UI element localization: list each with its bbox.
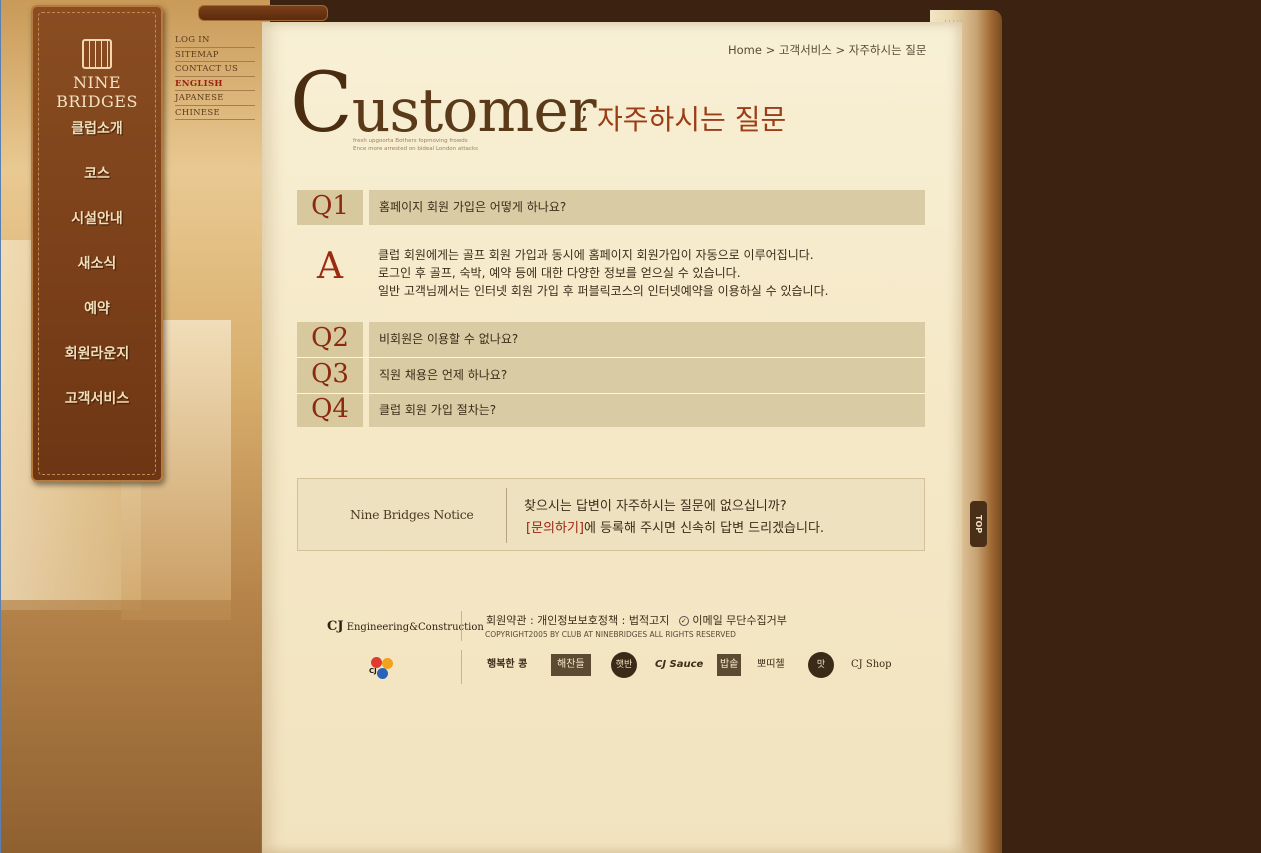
faq-q3-question[interactable]: 직원 채용은 언제 하나요?: [369, 358, 925, 393]
brand-logo[interactable]: CJ Shop: [851, 652, 892, 678]
site-logo[interactable]: NINE BRIDGES: [33, 39, 161, 111]
bridge-logo-icon: [82, 39, 112, 69]
japanese-link[interactable]: JAPANESE: [175, 91, 255, 106]
contact-us-link[interactable]: CONTACT US: [175, 62, 255, 77]
main-menu-panel: NINE BRIDGES 클럽소개 코스 시설안내 새소식 예약 회원라운지 고…: [31, 5, 163, 482]
check-icon: ✓: [678, 616, 689, 626]
menu-item-facilities[interactable]: 시설안내: [33, 207, 161, 252]
menu-item-club-intro[interactable]: 클럽소개: [33, 117, 161, 162]
menu-item-customer-service[interactable]: 고객서비스: [33, 387, 161, 432]
main-menu: 클럽소개 코스 시설안내 새소식 예약 회원라운지 고객서비스: [33, 117, 161, 432]
copyright: COPYRIGHT2005 BY CLUB AT NINEBRIDGES ALL…: [485, 630, 736, 639]
brand-logo[interactable]: 행복한 콩: [487, 652, 527, 678]
brand-logo[interactable]: 밥솥: [717, 654, 742, 676]
menu-item-news[interactable]: 새소식: [33, 252, 161, 297]
breadcrumb: Home > 고객서비스 > 자주하시는 질문: [728, 43, 927, 57]
brand-logo[interactable]: CJ Sauce: [655, 652, 703, 678]
cj-logo-icon: CJ: [369, 655, 397, 681]
sitemap-link[interactable]: SITEMAP: [175, 48, 255, 62]
faq-q1-question[interactable]: 홈페이지 회원 가입은 어떻게 하나요?: [369, 190, 925, 225]
footer-policy-links[interactable]: 회원약관 : 개인정보보호정책 : 법적고지: [486, 614, 669, 627]
title-rest: ustomer: [351, 76, 597, 146]
utility-links: LOG IN SITEMAP CONTACT US ENGLISH JAPANE…: [175, 33, 255, 120]
notice-text: 찾으시는 답변이 자주하시는 질문에 없으십니까?: [524, 499, 787, 514]
brand-logo[interactable]: 햇반: [611, 652, 637, 678]
faq-q1-label[interactable]: Q1: [297, 190, 363, 225]
footer-links: 회원약관 : 개인정보보호정책 : 법적고지 ✓ 이메일 무단수집거부: [486, 612, 787, 628]
menu-item-member-lounge[interactable]: 회원라운지: [33, 342, 161, 387]
book-ribbon: [198, 5, 328, 21]
faq-q2-label[interactable]: Q2: [297, 322, 363, 357]
brand-logo[interactable]: 맛: [808, 652, 834, 678]
logo-text: NINE BRIDGES: [56, 73, 138, 111]
faq-q2-question[interactable]: 비회원은 이용할 수 없나요?: [369, 322, 925, 357]
menu-item-reservation[interactable]: 예약: [33, 297, 161, 342]
faq-answer-label: A: [317, 246, 343, 287]
brand-logo[interactable]: 뽀띠첼: [757, 652, 785, 678]
brand-logo[interactable]: 해찬들: [551, 654, 591, 676]
contact-inquiry-link[interactable]: [문의하기]: [526, 521, 584, 536]
title-cap: C: [290, 56, 353, 151]
menu-item-course[interactable]: 코스: [33, 162, 161, 207]
page-subtitle: 자주하시는 질문: [597, 103, 787, 136]
login-link[interactable]: LOG IN: [175, 33, 255, 48]
scroll-top-button[interactable]: TOP: [970, 501, 987, 547]
title-separator: ;: [580, 96, 589, 126]
notice-box: Nine Bridges Notice 찾으시는 답변이 자주하시는 질문에 없…: [297, 478, 925, 551]
notice-text: 에 등록해 주시면 신속히 답변 드리겠습니다.: [583, 521, 825, 536]
email-policy-link[interactable]: 이메일 무단수집거부: [692, 614, 787, 627]
faq-q4-question[interactable]: 클럽 회원 가입 절차는?: [369, 394, 925, 427]
faq-q3-label[interactable]: Q3: [297, 358, 363, 393]
faq-q4-label[interactable]: Q4: [297, 394, 363, 427]
title-decoration-text: fresh upgoorta Bothers fopmoving frowds …: [353, 138, 478, 152]
chinese-link[interactable]: CHINESE: [175, 106, 255, 120]
english-link[interactable]: ENGLISH: [175, 77, 255, 91]
faq-answer-text: 클럽 회원에게는 골프 회원 가입과 동시에 홈페이지 회원가입이 자동으로 이…: [378, 248, 829, 298]
notice-title: Nine Bridges Notice: [350, 507, 474, 522]
